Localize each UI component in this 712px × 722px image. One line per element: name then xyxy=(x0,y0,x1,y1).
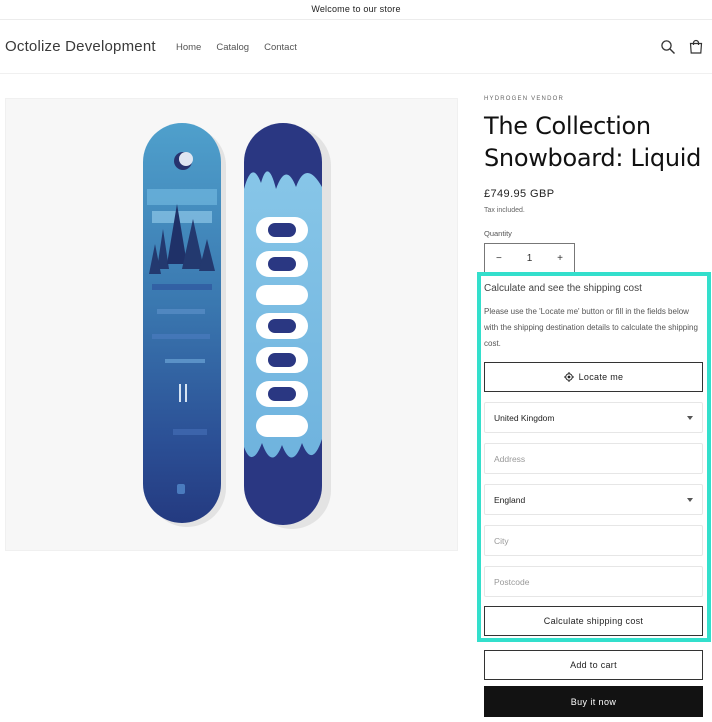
locate-me-label: Locate me xyxy=(578,372,624,382)
nav-catalog[interactable]: Catalog xyxy=(216,42,249,53)
calculate-shipping-label: Calculate shipping cost xyxy=(543,616,644,626)
quantity-stepper: − 1 + xyxy=(484,243,575,274)
region-select[interactable]: England xyxy=(484,484,703,515)
cart-icon[interactable] xyxy=(688,39,704,55)
shipping-description: Please use the 'Locate me' button or fil… xyxy=(484,307,698,348)
tax-note: Tax included. xyxy=(484,207,525,214)
announcement-bar: Welcome to our store xyxy=(0,0,712,20)
postcode-field[interactable]: Postcode xyxy=(484,566,703,597)
vendor-label: HYDROGEN VENDOR xyxy=(484,96,565,102)
country-select[interactable]: United Kingdom xyxy=(484,402,703,433)
product-info: HYDROGEN VENDOR The Collection Snowboard… xyxy=(484,96,703,274)
site-header: Octolize Development Home Catalog Contac… xyxy=(0,20,712,74)
quantity-value[interactable]: 1 xyxy=(527,253,533,264)
snowboard-image xyxy=(143,123,331,529)
country-value: United Kingdom xyxy=(494,412,555,423)
quantity-increase-button[interactable]: + xyxy=(557,253,563,264)
nav-contact[interactable]: Contact xyxy=(264,42,297,53)
search-icon[interactable] xyxy=(660,39,676,55)
chevron-down-icon xyxy=(687,415,693,420)
product-price: £749.95 GBP xyxy=(484,188,555,200)
shipping-calculator: Calculate and see the shipping cost Plea… xyxy=(477,272,711,642)
locate-me-button[interactable]: Locate me xyxy=(484,362,703,392)
product-image xyxy=(5,98,458,551)
address-placeholder: Address xyxy=(494,453,526,464)
shipping-title: Calculate and see the shipping cost xyxy=(484,283,642,294)
buy-now-button[interactable]: Buy it now xyxy=(484,686,703,717)
quantity-label: Quantity xyxy=(484,229,512,238)
chevron-down-icon xyxy=(687,497,693,502)
postcode-placeholder: Postcode xyxy=(494,576,530,587)
calculate-shipping-button[interactable]: Calculate shipping cost xyxy=(484,606,703,636)
city-field[interactable]: City xyxy=(484,525,703,556)
product-title: The Collection Snowboard: Liquid xyxy=(484,112,702,172)
main-nav: Home Catalog Contact xyxy=(176,42,297,53)
add-to-cart-button[interactable]: Add to cart xyxy=(484,650,703,680)
locate-icon xyxy=(563,372,574,382)
quantity-decrease-button[interactable]: − xyxy=(496,253,502,264)
city-placeholder: City xyxy=(494,535,509,546)
address-field[interactable]: Address xyxy=(484,443,703,474)
store-logo[interactable]: Octolize Development xyxy=(5,38,156,55)
nav-home[interactable]: Home xyxy=(176,42,201,53)
region-value: England xyxy=(494,494,526,505)
